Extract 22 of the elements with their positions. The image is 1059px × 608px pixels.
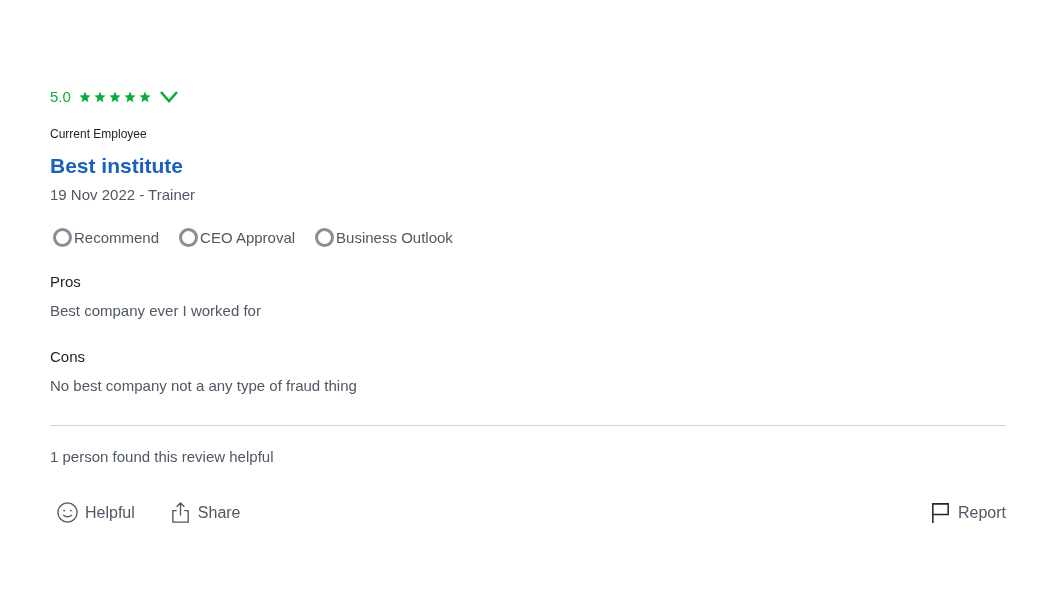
- indicator-label: CEO Approval: [200, 227, 296, 248]
- helpful-button[interactable]: Helpful: [50, 498, 141, 527]
- share-button[interactable]: Share: [162, 498, 247, 527]
- star-icon: [138, 91, 151, 103]
- smiley-icon: [56, 501, 79, 524]
- chevron-down-icon[interactable]: [158, 90, 179, 104]
- section-text: Best company ever I worked for: [50, 300, 262, 321]
- section-heading: Cons: [50, 347, 87, 367]
- report-button[interactable]: Report: [922, 498, 1012, 527]
- section-heading: Pros: [50, 272, 82, 292]
- star-icon: [123, 91, 136, 103]
- star-icon: [93, 91, 106, 103]
- review-date-role: 19 Nov 2022 - Trainer: [50, 185, 197, 205]
- star-icon: [78, 91, 91, 103]
- rating-value: 5.0: [50, 86, 71, 107]
- indicator-label: Recommend: [74, 227, 160, 248]
- indicator-label: Business Outlook: [336, 227, 453, 248]
- section-text: No best company not a any type of fraud thing: [50, 375, 358, 396]
- helpful-count: 1 person found this review helpful: [50, 447, 275, 467]
- star-icon: [108, 91, 121, 103]
- review-title-link[interactable]: Best institute: [50, 151, 183, 181]
- employee-status: Current Employee: [50, 126, 148, 143]
